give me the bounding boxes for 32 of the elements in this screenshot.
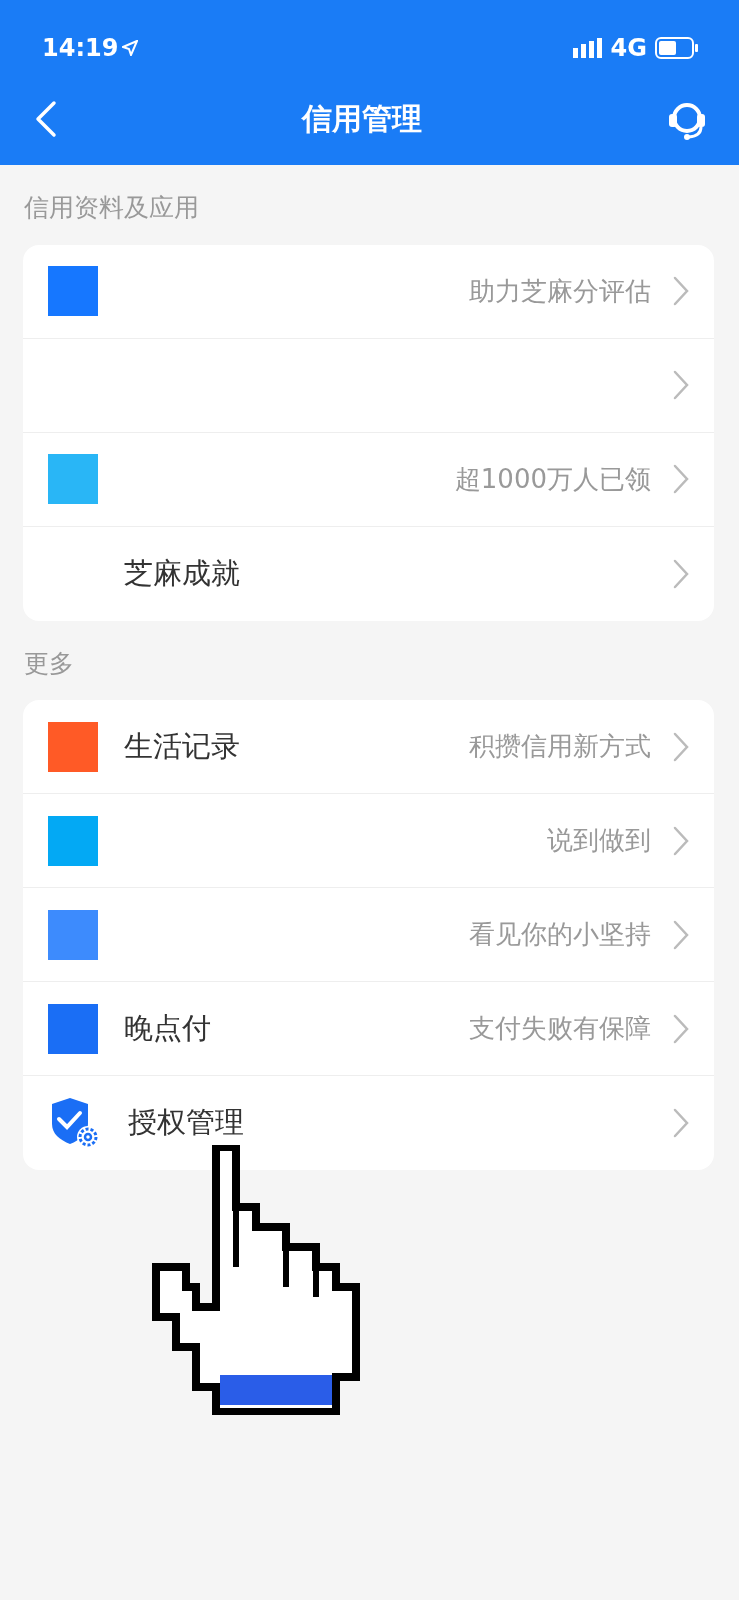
row-subtitle: 助力芝麻分评估	[469, 274, 651, 308]
section-header: 信用资料及应用	[23, 192, 200, 224]
chevron-right-icon	[673, 825, 689, 856]
battery-icon	[655, 37, 699, 59]
page-title: 信用管理	[301, 100, 422, 138]
row-title: 生活记录	[124, 727, 240, 765]
chevron-right-icon	[673, 1108, 689, 1138]
chevron-right-icon	[673, 1013, 689, 1044]
network-label: 4G	[610, 33, 647, 64]
row-title: 授权管理	[128, 1104, 244, 1142]
list-row[interactable]: 生活记录 积攒信用新方式	[23, 700, 714, 794]
row-subtitle: 超1000万人已领	[454, 462, 651, 496]
chevron-right-icon	[673, 370, 689, 400]
list-row[interactable]: 晚点付 支付失败有保障	[23, 982, 714, 1076]
row-subtitle: 看见你的小坚持	[469, 918, 651, 951]
chevron-right-icon	[673, 558, 689, 589]
row-subtitle: 支付失败有保障	[469, 1012, 651, 1045]
list-row[interactable]: 芝麻成就	[23, 526, 714, 621]
row-title: 芝麻成就	[124, 554, 240, 592]
chevron-right-icon	[673, 276, 689, 306]
chevron-right-icon	[673, 919, 689, 950]
status-time: 14:19	[42, 33, 119, 64]
signal-icon	[572, 38, 603, 58]
back-icon[interactable]	[34, 99, 58, 138]
row-title: 晚点付	[124, 1009, 211, 1047]
row-subtitle: 积攒信用新方式	[469, 730, 651, 763]
chevron-right-icon	[673, 464, 689, 494]
list-row[interactable]: 授权管理	[23, 1076, 714, 1170]
location-arrow-icon	[122, 40, 139, 56]
chevron-right-icon	[673, 731, 689, 762]
section-header: 更多	[23, 647, 75, 680]
row-subtitle: 说到做到	[547, 824, 651, 857]
